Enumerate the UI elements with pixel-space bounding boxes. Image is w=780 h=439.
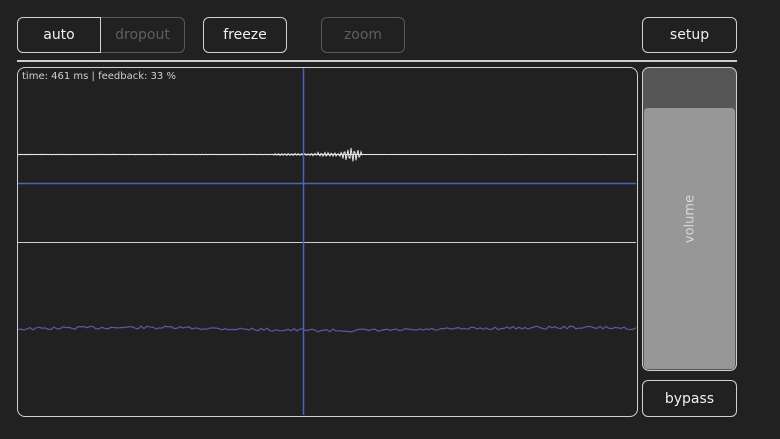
spectrum-trace [18,325,636,333]
zoom-button[interactable]: zoom [321,17,405,53]
bypass-button[interactable]: bypass [642,380,737,417]
app-window: auto dropout freeze zoom setup time: 461… [0,0,780,439]
scope-canvas [18,68,636,415]
auto-button[interactable]: auto [17,17,101,53]
waveform-trace [18,147,636,162]
setup-button[interactable]: setup [642,17,737,53]
dropout-button[interactable]: dropout [101,17,185,53]
mode-segmented-control: auto dropout [17,17,185,53]
scope-display[interactable]: time: 461 ms | feedback: 33 % [17,67,638,417]
volume-slider[interactable]: volume [642,67,737,371]
toolbar-divider [17,60,737,62]
volume-slider-fill [644,108,735,369]
time-feedback-readout: time: 461 ms | feedback: 33 % [22,71,176,82]
freeze-button[interactable]: freeze [203,17,287,53]
